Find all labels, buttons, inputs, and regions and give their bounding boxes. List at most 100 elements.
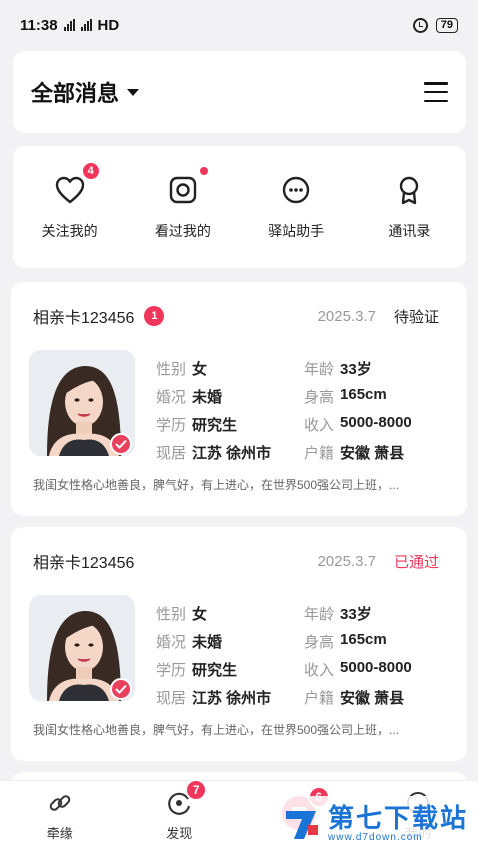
battery-icon: 79 [435, 17, 458, 33]
quick-actions: 4 关注我的 看过我的 驿站助手 通讯录 [13, 146, 466, 268]
signal-icon [63, 19, 75, 31]
page-title: 全部消息 [31, 81, 120, 106]
info-label: 学历 [156, 417, 187, 434]
info-height: 身高 165cm [304, 631, 446, 652]
card-head: 相亲卡123456 2025.3.7 已通过 [33, 549, 439, 573]
info-height: 身高 165cm [304, 386, 446, 407]
watermark: 第七下载站 www.d7down.com [276, 796, 472, 850]
quick-viewed-me[interactable]: 看过我的 [133, 167, 233, 241]
network-type: HD [97, 16, 120, 34]
info-label: 现居 [156, 690, 187, 707]
info-label: 身高 [304, 634, 335, 651]
info-income: 收入 5000-8000 [304, 414, 446, 435]
card-name-wrap: 相亲卡123456 [33, 549, 134, 573]
info-value: 安徽 萧县 [340, 690, 405, 707]
watermark-title: 第七下载站 [328, 802, 469, 833]
info-label: 现居 [156, 445, 187, 462]
header-card: 全部消息 [13, 51, 466, 133]
info-label: 性别 [156, 606, 187, 623]
watermark-url: www.d7down.com [328, 831, 423, 843]
info-value: 未婚 [192, 389, 223, 406]
card-meta: 2025.3.7 已通过 [318, 551, 439, 572]
heart-icon: 4 [53, 161, 101, 207]
nav-label: 牵缘 [46, 826, 73, 841]
info-grid: 性别女 年龄 33岁 婚况 未婚 身高 165cm 学历 研究生 收入 5000-8000… [156, 358, 446, 463]
info-marital: 婚况 未婚 [156, 386, 304, 407]
info-gender: 性别女 [156, 603, 304, 624]
info-label: 收入 [304, 417, 335, 434]
nav-label: 发现 [166, 826, 193, 841]
profile-card[interactable]: 相亲卡123456 2025.3.7 已通过 性别女 年龄 33岁 婚况 未婚 身高… [11, 527, 467, 761]
profile-card[interactable]: 相亲卡123456 1 2025.3.7 待验证 性别女 年龄 33岁 婚况 未婚 … [11, 282, 467, 516]
nav-item-qianyuan[interactable]: 牵缘 [20, 789, 100, 842]
info-value: 女 [192, 361, 208, 378]
watermark-logo-icon [282, 803, 322, 843]
caret-down-icon [127, 88, 140, 96]
info-value: 未婚 [192, 634, 223, 651]
info-label: 性别 [156, 361, 187, 378]
info-label: 婚况 [156, 634, 187, 651]
info-label: 户籍 [304, 445, 335, 462]
info-income: 收入 5000-8000 [304, 659, 446, 680]
card-name: 相亲卡123456 [33, 555, 135, 572]
card-head: 相亲卡123456 1 2025.3.7 待验证 [33, 304, 439, 328]
info-grid: 性别女 年龄 33岁 婚况 未婚 身高 165cm 学历 研究生 收入 5000-8000… [156, 603, 446, 708]
info-label: 学历 [156, 662, 187, 679]
info-marital: 婚况 未婚 [156, 631, 304, 652]
alarm-icon [412, 17, 428, 33]
status-right: 79 [412, 17, 458, 33]
status-bar: 11:38 HD 79 [0, 0, 478, 50]
status-time: 11:38 [20, 16, 58, 34]
info-gender: 性别女 [156, 358, 304, 379]
menu-icon[interactable] [424, 82, 448, 102]
nav-item-discover[interactable]: 7 发现 [139, 779, 219, 842]
card-meta: 2025.3.7 待验证 [318, 306, 439, 327]
watermark-text: 第七下载站 www.d7down.com [328, 804, 468, 843]
info-value: 165cm [340, 631, 387, 648]
info-education: 学历 研究生 [156, 659, 304, 680]
card-name: 相亲卡123456 [33, 310, 135, 327]
status-left: 11:38 HD [20, 17, 119, 34]
info-education: 学历 研究生 [156, 414, 304, 435]
card-status: 已通过 [393, 553, 439, 571]
quick-contacts[interactable]: 通讯录 [359, 173, 459, 241]
camera-icon [166, 167, 208, 207]
verified-icon [110, 433, 132, 455]
card-unread-badge: 1 [144, 306, 165, 326]
info-value: 女 [192, 606, 208, 623]
viewed-dot-badge [199, 167, 208, 175]
info-residence: 现居 江苏 徐州市 [156, 442, 304, 463]
info-value: 5000-8000 [340, 659, 412, 676]
signal-icon-2 [80, 19, 92, 31]
info-value: 165cm [340, 386, 387, 403]
card-status: 待验证 [393, 308, 439, 326]
follow-badge: 4 [80, 161, 101, 181]
card-description: 我闺女性格心地善良，脾气好，有上进心，在世界500强公司上班，... [33, 478, 400, 492]
quick-label: 驿站助手 [268, 223, 325, 239]
card-date: 2025.3.7 [317, 552, 376, 570]
card-name-wrap: 相亲卡123456 1 [33, 304, 165, 328]
discover-icon: 7 [165, 779, 208, 817]
info-value: 33岁 [340, 361, 372, 378]
info-value: 安徽 萧县 [340, 445, 405, 462]
info-value: 江苏 徐州市 [192, 690, 272, 707]
message-filter-dropdown[interactable]: 全部消息 [31, 76, 140, 108]
link-icon [46, 789, 74, 817]
info-label: 婚况 [156, 389, 187, 406]
info-age: 年龄 33岁 [304, 603, 446, 624]
quick-label: 关注我的 [41, 223, 98, 239]
quick-assistant[interactable]: 驿站助手 [246, 173, 346, 241]
info-label: 户籍 [304, 690, 335, 707]
info-label: 身高 [304, 389, 335, 406]
info-value: 研究生 [192, 662, 238, 679]
info-hometown: 户籍 安徽 萧县 [304, 687, 446, 708]
quick-follow-me[interactable]: 4 关注我的 [20, 161, 120, 241]
quick-label: 看过我的 [154, 223, 211, 239]
chat-bubble-icon [279, 173, 313, 207]
info-value: 研究生 [192, 417, 238, 434]
info-value: 5000-8000 [340, 414, 412, 431]
card-date: 2025.3.7 [317, 307, 376, 325]
card-description: 我闺女性格心地善良，脾气好，有上进心，在世界500强公司上班，... [33, 723, 400, 737]
contacts-icon [392, 173, 426, 207]
verified-icon [110, 678, 132, 700]
